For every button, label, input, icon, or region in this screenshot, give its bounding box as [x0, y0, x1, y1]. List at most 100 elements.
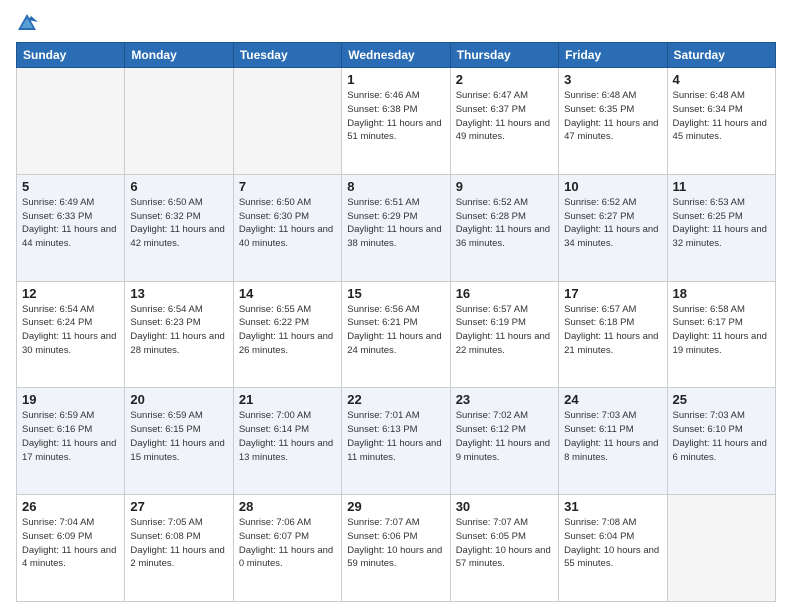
day-info: Sunrise: 6:46 AMSunset: 6:38 PMDaylight:… [347, 89, 444, 144]
day-number: 8 [347, 179, 444, 194]
weekday-header-monday: Monday [125, 43, 233, 68]
day-number: 23 [456, 392, 553, 407]
day-info: Sunrise: 6:48 AMSunset: 6:34 PMDaylight:… [673, 89, 770, 144]
week-row-5: 26Sunrise: 7:04 AMSunset: 6:09 PMDayligh… [17, 495, 776, 602]
calendar-cell: 17 Sunrise: 6:57 AMSunset: 6:18 PMDayligh… [559, 281, 667, 388]
weekday-header-saturday: Saturday [667, 43, 775, 68]
calendar-cell: 8 Sunrise: 6:51 AMSunset: 6:29 PMDaylight… [342, 174, 450, 281]
calendar-cell: 15 Sunrise: 6:56 AMSunset: 6:21 PMDayligh… [342, 281, 450, 388]
calendar-cell: 9 Sunrise: 6:52 AMSunset: 6:28 PMDaylight… [450, 174, 558, 281]
day-number: 19 [22, 392, 119, 407]
week-row-1: 1 Sunrise: 6:46 AMSunset: 6:38 PMDaylight… [17, 68, 776, 175]
day-number: 22 [347, 392, 444, 407]
day-info: Sunrise: 6:50 AMSunset: 6:32 PMDaylight:… [130, 196, 227, 251]
day-number: 10 [564, 179, 661, 194]
day-info: Sunrise: 7:03 AMSunset: 6:11 PMDaylight:… [564, 409, 661, 464]
day-number: 21 [239, 392, 336, 407]
day-info: Sunrise: 6:52 AMSunset: 6:27 PMDaylight:… [564, 196, 661, 251]
calendar-cell: 25 Sunrise: 7:03 AMSunset: 6:10 PMDayligh… [667, 388, 775, 495]
calendar-cell: 29 Sunrise: 7:07 AMSunset: 6:06 PMDayligh… [342, 495, 450, 602]
logo-icon [16, 12, 38, 34]
day-info: Sunrise: 6:59 AMSunset: 6:15 PMDaylight:… [130, 409, 227, 464]
day-number: 17 [564, 286, 661, 301]
weekday-header-row: SundayMondayTuesdayWednesdayThursdayFrid… [17, 43, 776, 68]
day-info: Sunrise: 7:07 AMSunset: 6:06 PMDaylight:… [347, 516, 444, 571]
day-info: Sunrise: 7:08 AMSunset: 6:04 PMDaylight:… [564, 516, 661, 571]
calendar-cell: 19 Sunrise: 6:59 AMSunset: 6:16 PMDayligh… [17, 388, 125, 495]
day-number: 15 [347, 286, 444, 301]
day-number: 5 [22, 179, 119, 194]
calendar-cell: 14 Sunrise: 6:55 AMSunset: 6:22 PMDayligh… [233, 281, 341, 388]
calendar-cell: 24 Sunrise: 7:03 AMSunset: 6:11 PMDayligh… [559, 388, 667, 495]
day-info: Sunrise: 6:50 AMSunset: 6:30 PMDaylight:… [239, 196, 336, 251]
calendar-cell [125, 68, 233, 175]
day-number: 3 [564, 72, 661, 87]
day-info: Sunrise: 6:54 AMSunset: 6:23 PMDaylight:… [130, 303, 227, 358]
calendar-cell: 22 Sunrise: 7:01 AMSunset: 6:13 PMDayligh… [342, 388, 450, 495]
day-number: 30 [456, 499, 553, 514]
day-number: 25 [673, 392, 770, 407]
day-number: 18 [673, 286, 770, 301]
logo [16, 12, 42, 34]
day-number: 24 [564, 392, 661, 407]
day-info: Sunrise: 7:07 AMSunset: 6:05 PMDaylight:… [456, 516, 553, 571]
calendar-cell: 26Sunrise: 7:04 AMSunset: 6:09 PMDayligh… [17, 495, 125, 602]
day-info: Sunrise: 7:06 AMSunset: 6:07 PMDaylight:… [239, 516, 336, 571]
day-info: Sunrise: 6:57 AMSunset: 6:18 PMDaylight:… [564, 303, 661, 358]
calendar-cell: 16Sunrise: 6:57 AMSunset: 6:19 PMDayligh… [450, 281, 558, 388]
day-number: 1 [347, 72, 444, 87]
day-number: 20 [130, 392, 227, 407]
weekday-header-sunday: Sunday [17, 43, 125, 68]
calendar-cell: 3 Sunrise: 6:48 AMSunset: 6:35 PMDaylight… [559, 68, 667, 175]
calendar-cell: 27 Sunrise: 7:05 AMSunset: 6:08 PMDayligh… [125, 495, 233, 602]
calendar-cell: 23Sunrise: 7:02 AMSunset: 6:12 PMDayligh… [450, 388, 558, 495]
calendar-cell: 11Sunrise: 6:53 AMSunset: 6:25 PMDayligh… [667, 174, 775, 281]
calendar-cell [17, 68, 125, 175]
calendar-cell: 1 Sunrise: 6:46 AMSunset: 6:38 PMDaylight… [342, 68, 450, 175]
day-info: Sunrise: 6:59 AMSunset: 6:16 PMDaylight:… [22, 409, 119, 464]
day-info: Sunrise: 6:48 AMSunset: 6:35 PMDaylight:… [564, 89, 661, 144]
calendar-cell: 21 Sunrise: 7:00 AMSunset: 6:14 PMDayligh… [233, 388, 341, 495]
calendar-cell: 12Sunrise: 6:54 AMSunset: 6:24 PMDayligh… [17, 281, 125, 388]
weekday-header-friday: Friday [559, 43, 667, 68]
day-number: 6 [130, 179, 227, 194]
calendar-cell: 6 Sunrise: 6:50 AMSunset: 6:32 PMDaylight… [125, 174, 233, 281]
calendar-cell: 5 Sunrise: 6:49 AMSunset: 6:33 PMDaylight… [17, 174, 125, 281]
calendar-cell: 20 Sunrise: 6:59 AMSunset: 6:15 PMDayligh… [125, 388, 233, 495]
day-number: 31 [564, 499, 661, 514]
day-info: Sunrise: 6:55 AMSunset: 6:22 PMDaylight:… [239, 303, 336, 358]
day-number: 27 [130, 499, 227, 514]
calendar-cell: 7 Sunrise: 6:50 AMSunset: 6:30 PMDaylight… [233, 174, 341, 281]
day-info: Sunrise: 6:52 AMSunset: 6:28 PMDaylight:… [456, 196, 553, 251]
day-info: Sunrise: 6:51 AMSunset: 6:29 PMDaylight:… [347, 196, 444, 251]
day-number: 29 [347, 499, 444, 514]
day-number: 7 [239, 179, 336, 194]
calendar-cell [667, 495, 775, 602]
weekday-header-thursday: Thursday [450, 43, 558, 68]
day-number: 28 [239, 499, 336, 514]
day-number: 26 [22, 499, 119, 514]
page: SundayMondayTuesdayWednesdayThursdayFrid… [0, 0, 792, 612]
day-number: 4 [673, 72, 770, 87]
calendar-cell [233, 68, 341, 175]
calendar-cell: 30 Sunrise: 7:07 AMSunset: 6:05 PMDayligh… [450, 495, 558, 602]
week-row-3: 12Sunrise: 6:54 AMSunset: 6:24 PMDayligh… [17, 281, 776, 388]
weekday-header-wednesday: Wednesday [342, 43, 450, 68]
day-info: Sunrise: 6:57 AMSunset: 6:19 PMDaylight:… [456, 303, 553, 358]
day-info: Sunrise: 7:05 AMSunset: 6:08 PMDaylight:… [130, 516, 227, 571]
day-info: Sunrise: 7:01 AMSunset: 6:13 PMDaylight:… [347, 409, 444, 464]
day-number: 9 [456, 179, 553, 194]
day-number: 13 [130, 286, 227, 301]
day-info: Sunrise: 6:56 AMSunset: 6:21 PMDaylight:… [347, 303, 444, 358]
day-info: Sunrise: 6:49 AMSunset: 6:33 PMDaylight:… [22, 196, 119, 251]
day-info: Sunrise: 7:03 AMSunset: 6:10 PMDaylight:… [673, 409, 770, 464]
calendar-cell: 28 Sunrise: 7:06 AMSunset: 6:07 PMDayligh… [233, 495, 341, 602]
day-info: Sunrise: 6:53 AMSunset: 6:25 PMDaylight:… [673, 196, 770, 251]
day-number: 14 [239, 286, 336, 301]
calendar-cell: 4 Sunrise: 6:48 AMSunset: 6:34 PMDaylight… [667, 68, 775, 175]
day-number: 2 [456, 72, 553, 87]
day-info: Sunrise: 6:54 AMSunset: 6:24 PMDaylight:… [22, 303, 119, 358]
week-row-2: 5 Sunrise: 6:49 AMSunset: 6:33 PMDaylight… [17, 174, 776, 281]
calendar-cell: 31 Sunrise: 7:08 AMSunset: 6:04 PMDayligh… [559, 495, 667, 602]
day-info: Sunrise: 7:00 AMSunset: 6:14 PMDaylight:… [239, 409, 336, 464]
